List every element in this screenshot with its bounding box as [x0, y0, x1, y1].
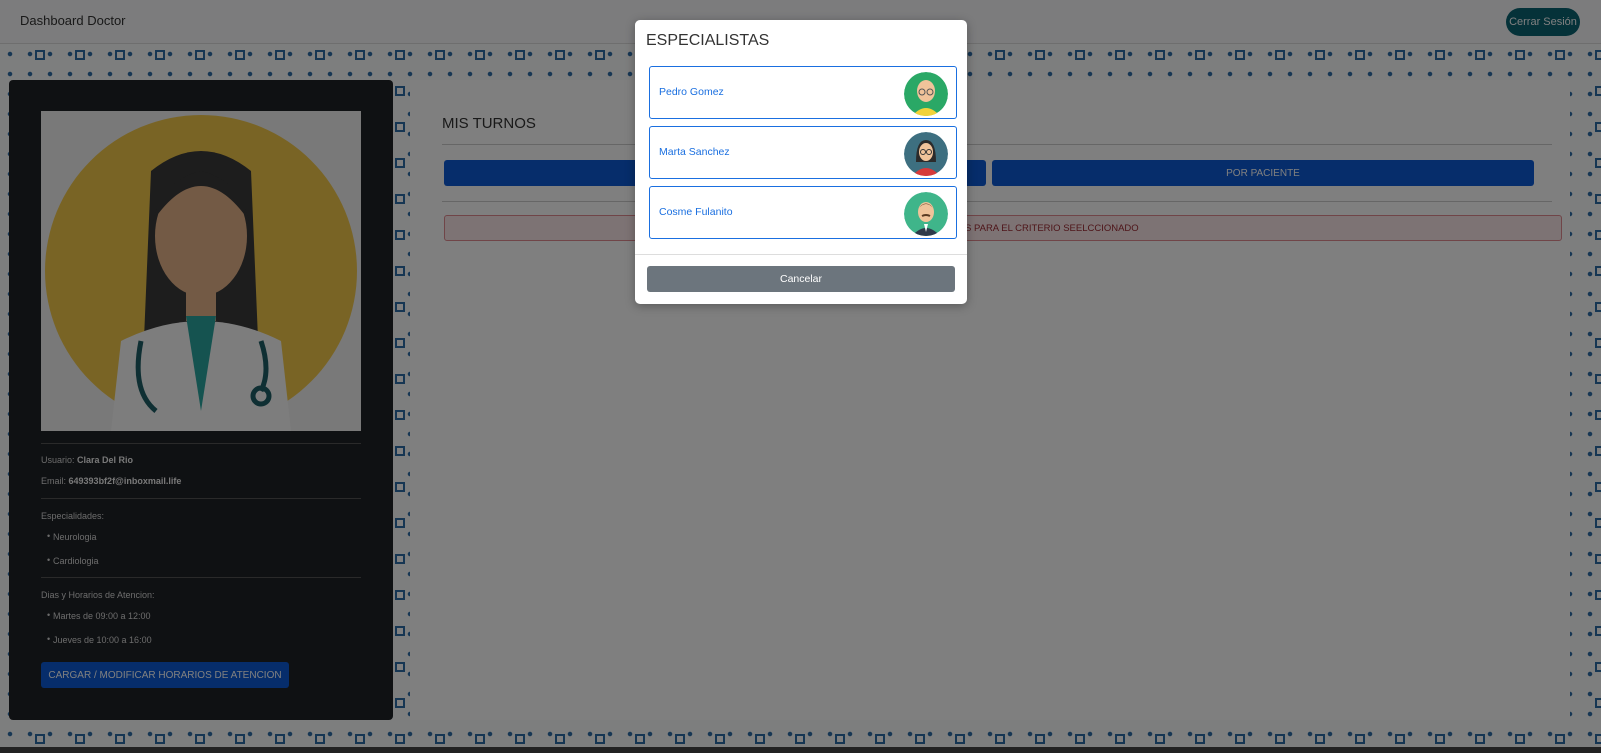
bottom-strip [0, 747, 1601, 753]
bald-man-glasses-icon [904, 72, 948, 116]
specialist-option[interactable]: Cosme Fulanito [649, 186, 957, 239]
man-mustache-icon [904, 192, 948, 236]
woman-glasses-icon [904, 132, 948, 176]
specialists-modal: ESPECIALISTAS Pedro Gomez Marta Sanchez [635, 20, 967, 304]
specialist-name: Cosme Fulanito [659, 206, 733, 218]
cancel-button[interactable]: Cancelar [647, 266, 955, 292]
specialist-name: Pedro Gomez [659, 86, 724, 98]
specialist-option[interactable]: Pedro Gomez [649, 66, 957, 119]
specialist-name: Marta Sanchez [659, 146, 730, 158]
specialist-option[interactable]: Marta Sanchez [649, 126, 957, 179]
modal-title: ESPECIALISTAS [646, 32, 770, 49]
modal-divider [635, 254, 967, 255]
